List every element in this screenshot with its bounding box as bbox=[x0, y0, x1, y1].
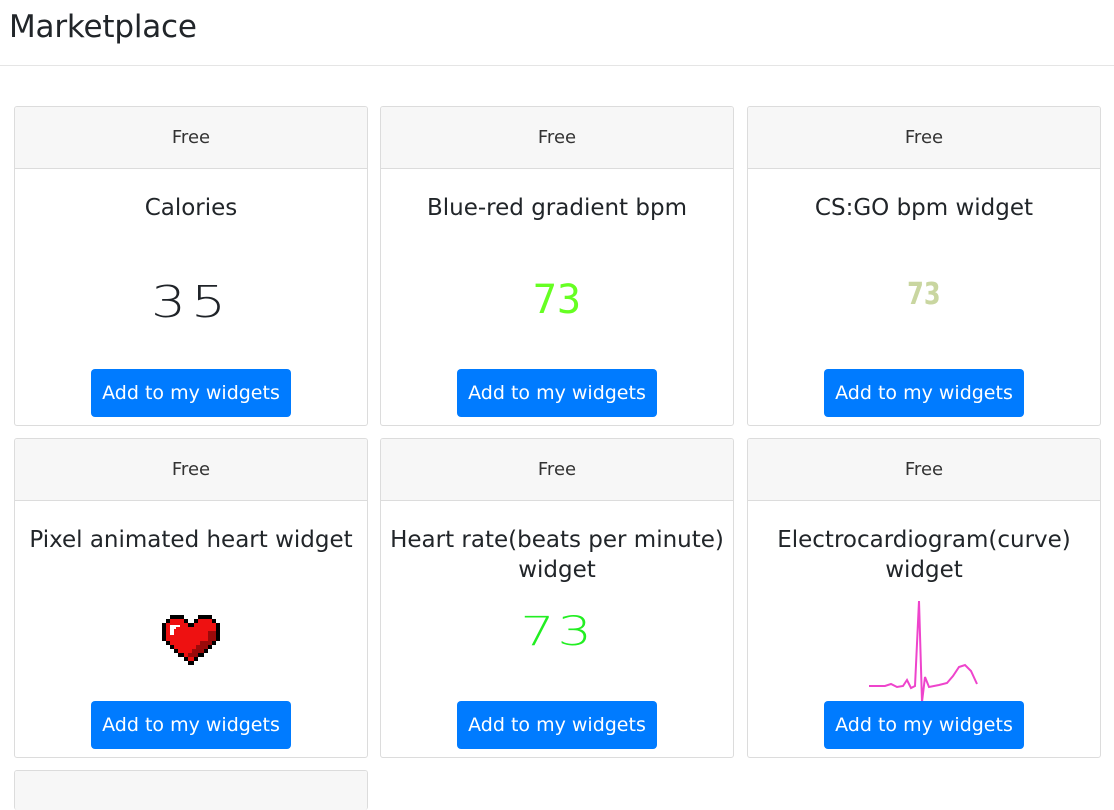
widget-card-calories: Free Calories 35 Add to my widgets bbox=[14, 106, 368, 426]
widget-title: Calories bbox=[144, 195, 238, 221]
page-title: Marketplace bbox=[9, 9, 197, 45]
widget-card-gradient-bpm: Free Blue-red gradient bpm 73 Add to my … bbox=[380, 106, 734, 426]
price-label: Free bbox=[748, 107, 1100, 169]
widget-card-ecg: Free Electrocardiogram(curve) widget Add… bbox=[747, 438, 1101, 758]
ecg-curve-icon bbox=[869, 600, 978, 703]
add-to-widgets-button[interactable]: Add to my widgets bbox=[91, 701, 291, 749]
pixel-heart-icon bbox=[162, 615, 220, 665]
widget-preview: 73 bbox=[748, 277, 1100, 312]
widget-preview: 73 bbox=[381, 277, 733, 323]
widget-title: CS:GO bpm widget bbox=[814, 195, 1034, 221]
widget-preview: 73 bbox=[381, 609, 733, 655]
price-label: Free bbox=[748, 439, 1100, 501]
price-label: Free bbox=[15, 107, 367, 169]
add-to-widgets-button[interactable]: Add to my widgets bbox=[457, 701, 657, 749]
widget-title: Heart rate(beats per minute) widget bbox=[390, 527, 724, 583]
price-label: Free bbox=[15, 439, 367, 501]
page-header: Marketplace bbox=[0, 0, 1114, 66]
widget-preview: 35 bbox=[15, 277, 367, 328]
widget-card-partial bbox=[14, 770, 368, 810]
add-to-widgets-button[interactable]: Add to my widgets bbox=[824, 701, 1024, 749]
widget-preview bbox=[15, 611, 367, 669]
card-header-partial bbox=[15, 771, 367, 810]
price-label: Free bbox=[381, 107, 733, 169]
widget-title: Blue-red gradient bpm bbox=[426, 195, 687, 221]
widget-preview bbox=[748, 600, 1100, 707]
add-to-widgets-button[interactable]: Add to my widgets bbox=[91, 369, 291, 417]
widget-card-csgo-bpm: Free CS:GO bpm widget 73 Add to my widge… bbox=[747, 106, 1101, 426]
csgo-bpm-value: 73 bbox=[907, 277, 941, 312]
bpm-value: 73 bbox=[532, 277, 582, 323]
widget-card-heart-rate: Free Heart rate(beats per minute) widget… bbox=[380, 438, 734, 758]
heart-rate-value: 73 bbox=[519, 609, 595, 655]
add-to-widgets-button[interactable]: Add to my widgets bbox=[824, 369, 1024, 417]
add-to-widgets-button[interactable]: Add to my widgets bbox=[457, 369, 657, 417]
price-label: Free bbox=[381, 439, 733, 501]
widget-title: Pixel animated heart widget bbox=[29, 527, 353, 553]
widget-card-pixel-heart: Free Pixel animated heart widget Add to … bbox=[14, 438, 368, 758]
widget-title: Electrocardiogram(curve) widget bbox=[777, 527, 1071, 583]
calories-value: 35 bbox=[151, 277, 231, 328]
